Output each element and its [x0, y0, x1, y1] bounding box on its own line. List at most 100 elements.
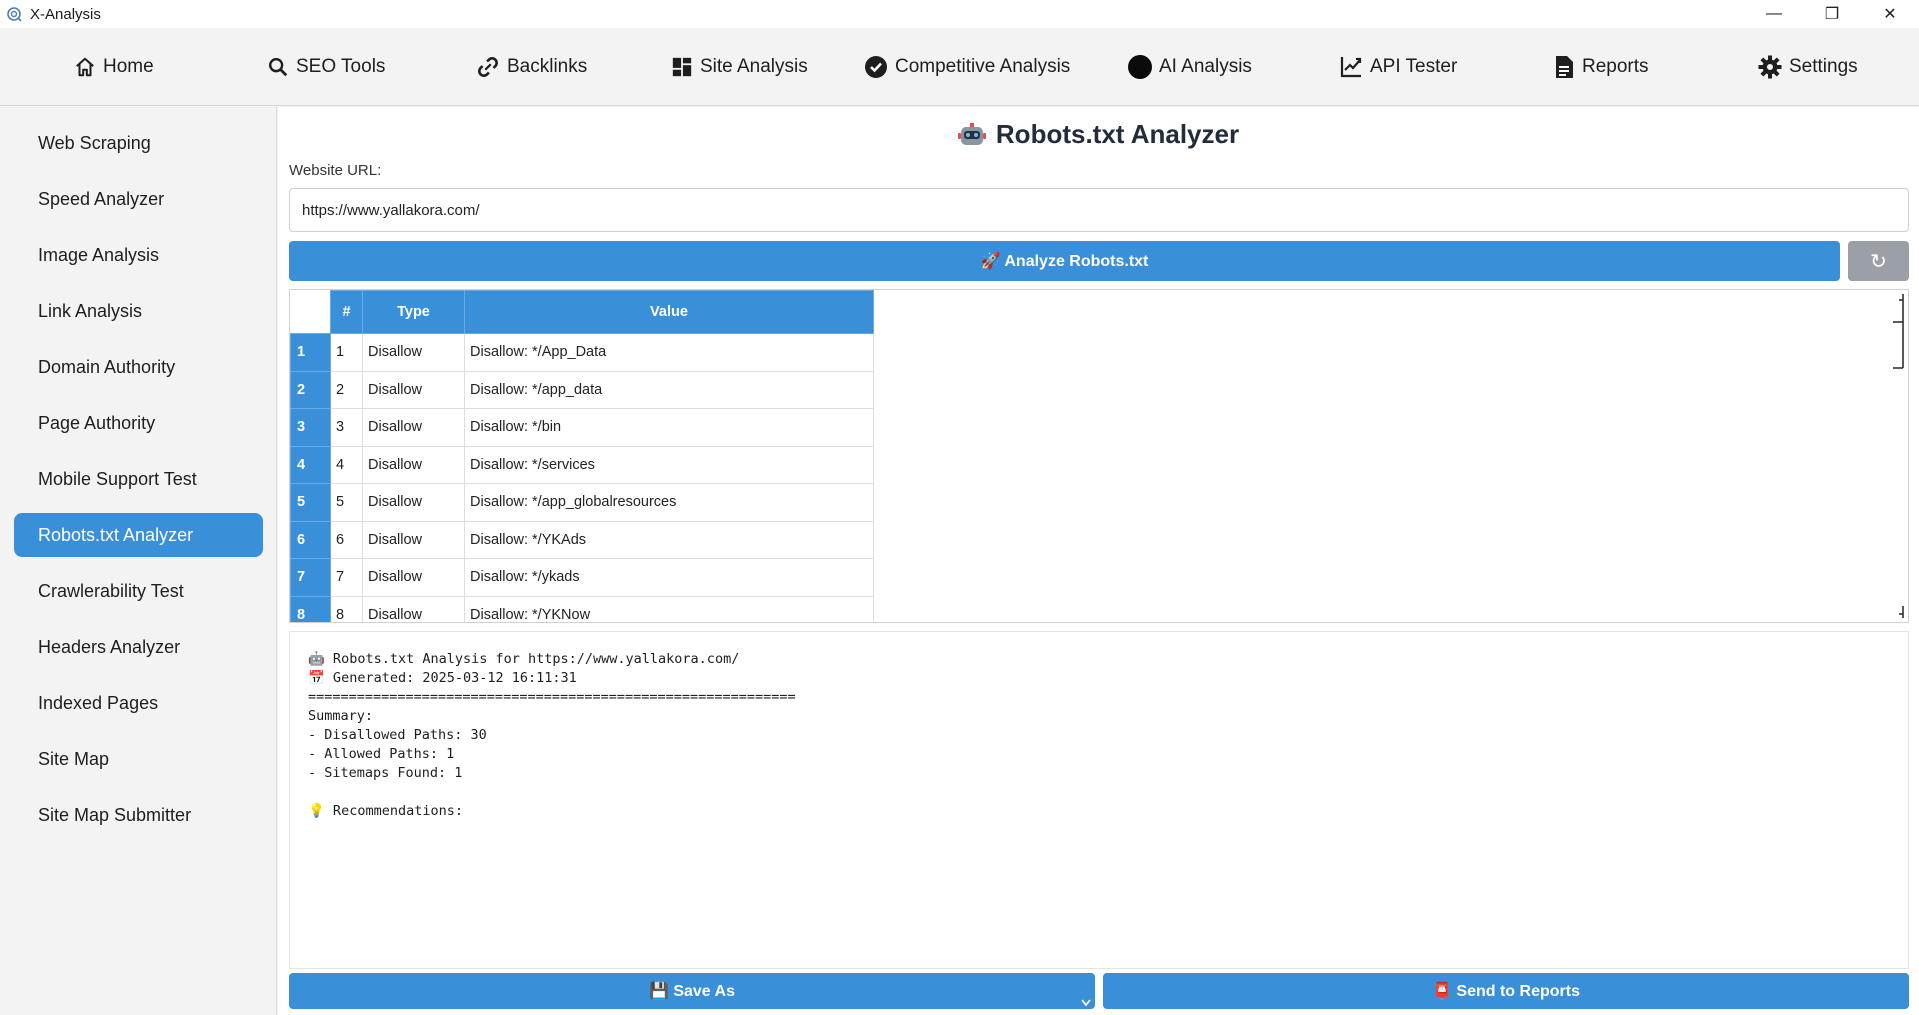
table-row[interactable]: 8 8 Disallow Disallow: */YKNow [290, 595, 874, 622]
row-header[interactable]: 3 [290, 408, 331, 447]
sidebar-item-crawlerability-test[interactable]: Crawlerability Test [14, 569, 263, 613]
cell-type[interactable]: Disallow [362, 595, 465, 622]
nav-label: Competitive Analysis [895, 56, 1071, 77]
table-row[interactable]: 4 4 Disallow Disallow: */services [290, 445, 874, 484]
sidebar-item-site-map[interactable]: Site Map [14, 737, 263, 781]
nav-ai-analysis[interactable]: AI Analysis [1128, 50, 1252, 84]
nav-api-tester[interactable]: API Tester [1339, 50, 1457, 84]
cell-value[interactable]: Disallow: */ykads [464, 558, 874, 597]
refresh-icon: ↻ [1870, 250, 1887, 273]
nav-label: AI Analysis [1159, 56, 1252, 77]
cell-value[interactable]: Disallow: */YKNow [464, 595, 874, 622]
row-header[interactable]: 4 [290, 445, 331, 484]
cell-number[interactable]: 1 [330, 333, 363, 372]
cell-type[interactable]: Disallow [362, 483, 465, 522]
cell-number[interactable]: 8 [330, 595, 363, 622]
report-line: Summary: [308, 708, 374, 724]
cell-number[interactable]: 5 [330, 483, 363, 522]
nav-label: Backlinks [507, 56, 588, 77]
chevron-down-icon[interactable] [1081, 999, 1091, 1007]
row-header[interactable]: 2 [290, 370, 331, 409]
sidebar-item-page-authority[interactable]: Page Authority [14, 401, 263, 445]
sidebar-item-mobile-support-test[interactable]: Mobile Support Test [14, 457, 263, 501]
nav-competitive-analysis[interactable]: Competitive Analysis [864, 50, 1070, 84]
column-header-number[interactable]: # [330, 290, 363, 334]
report-line: 📅 Generated: 2025-03-12 16:11:31 [308, 670, 577, 686]
sidebar-item-image-analysis[interactable]: Image Analysis [14, 233, 263, 277]
save-as-button[interactable]: 💾 Save As [289, 973, 1095, 1009]
save-as-label: 💾 Save As [648, 983, 736, 1000]
row-header[interactable]: 7 [290, 558, 331, 597]
cell-type[interactable]: Disallow [362, 333, 465, 372]
app-logo-icon [7, 7, 22, 22]
table-row[interactable]: 3 3 Disallow Disallow: */bin [290, 408, 874, 447]
cell-type[interactable]: Disallow [362, 408, 465, 447]
nav-site-analysis[interactable]: Site Analysis [671, 50, 808, 84]
sidebar-item-site-map-submitter[interactable]: Site Map Submitter [14, 793, 263, 837]
report-line: 🤖 Robots.txt Analysis for https://www.ya… [308, 651, 740, 667]
sidebar-item-indexed-pages[interactable]: Indexed Pages [14, 681, 263, 725]
cell-type[interactable]: Disallow [362, 558, 465, 597]
row-header[interactable]: 1 [290, 333, 331, 372]
url-label: Website URL: [289, 162, 382, 179]
nav-settings[interactable]: Settings [1758, 50, 1858, 84]
cell-value[interactable]: Disallow: */services [464, 445, 874, 484]
nav-reports[interactable]: Reports [1553, 50, 1649, 84]
column-header-type[interactable]: Type [362, 290, 465, 334]
table-scrollbar[interactable] [1892, 292, 1906, 620]
cell-value[interactable]: Disallow: */YKAds [464, 520, 874, 559]
cell-number[interactable]: 2 [330, 370, 363, 409]
row-header[interactable]: 8 [290, 595, 331, 622]
nav-seo-tools[interactable]: SEO Tools [267, 50, 385, 84]
refresh-button[interactable]: ↻ [1848, 241, 1909, 281]
nav-home[interactable]: Home [74, 50, 154, 84]
sidebar-item-web-scraping[interactable]: Web Scraping [14, 121, 263, 165]
sidebar-item-domain-authority[interactable]: Domain Authority [14, 345, 263, 389]
row-header[interactable]: 5 [290, 483, 331, 522]
cell-number[interactable]: 7 [330, 558, 363, 597]
report-line: - Sitemaps Found: 1 [308, 765, 463, 781]
cell-number[interactable]: 3 [330, 408, 363, 447]
cell-type[interactable]: Disallow [362, 520, 465, 559]
cell-number[interactable]: 4 [330, 445, 363, 484]
cell-value[interactable]: Disallow: */App_Data [464, 333, 874, 372]
window-titlebar: X-Analysis — ❐ ✕ [0, 0, 1919, 28]
sidebar-item-speed-analyzer[interactable]: Speed Analyzer [14, 177, 263, 221]
robot-icon [957, 122, 986, 145]
table-row[interactable]: 7 7 Disallow Disallow: */ykads [290, 558, 874, 597]
results-table-container[interactable]: # Type Value 1 1 Disallow Disallow: */Ap… [289, 289, 1909, 623]
circle-icon [1128, 55, 1152, 79]
home-icon [76, 57, 94, 77]
send-to-reports-button[interactable]: 📮 Send to Reports [1103, 973, 1909, 1009]
table-row[interactable]: 1 1 Disallow Disallow: */App_Data [290, 333, 874, 372]
table-row[interactable]: 6 6 Disallow Disallow: */YKAds [290, 520, 874, 559]
minimize-button[interactable]: — [1745, 0, 1803, 28]
sidebar-item-link-analysis[interactable]: Link Analysis [14, 289, 263, 333]
cell-type[interactable]: Disallow [362, 445, 465, 484]
analysis-report-text[interactable]: 🤖 Robots.txt Analysis for https://www.ya… [289, 631, 1909, 969]
table-row[interactable]: 5 5 Disallow Disallow: */app_globalresou… [290, 483, 874, 522]
sidebar-item-headers-analyzer[interactable]: Headers Analyzer [14, 625, 263, 669]
nav-backlinks[interactable]: Backlinks [476, 50, 587, 84]
row-header[interactable]: 6 [290, 520, 331, 559]
report-line: 💡 Recommendations: [308, 803, 463, 819]
sidebar-item-robots-txt-analyzer[interactable]: Robots.txt Analyzer [14, 513, 263, 557]
column-header-value[interactable]: Value [464, 290, 874, 334]
window-title: X-Analysis [30, 5, 101, 23]
website-url-input[interactable] [289, 188, 1909, 232]
cell-value[interactable]: Disallow: */bin [464, 408, 874, 447]
grid-icon [672, 57, 692, 77]
cell-value[interactable]: Disallow: */app_data [464, 370, 874, 409]
nav-label: SEO Tools [296, 56, 386, 77]
main-panel: Robots.txt Analyzer Website URL: 🚀 Analy… [278, 107, 1919, 1015]
table-row[interactable]: 2 2 Disallow Disallow: */app_data [290, 370, 874, 409]
cell-type[interactable]: Disallow [362, 370, 465, 409]
analyze-robots-button[interactable]: 🚀 Analyze Robots.txt [289, 241, 1840, 281]
cell-value[interactable]: Disallow: */app_globalresources [464, 483, 874, 522]
restore-button[interactable]: ❐ [1803, 0, 1861, 28]
table-corner [290, 290, 331, 334]
cell-number[interactable]: 6 [330, 520, 363, 559]
close-button[interactable]: ✕ [1861, 0, 1919, 28]
chart-icon [1340, 57, 1362, 78]
page-title: Robots.txt Analyzer [278, 119, 1919, 150]
